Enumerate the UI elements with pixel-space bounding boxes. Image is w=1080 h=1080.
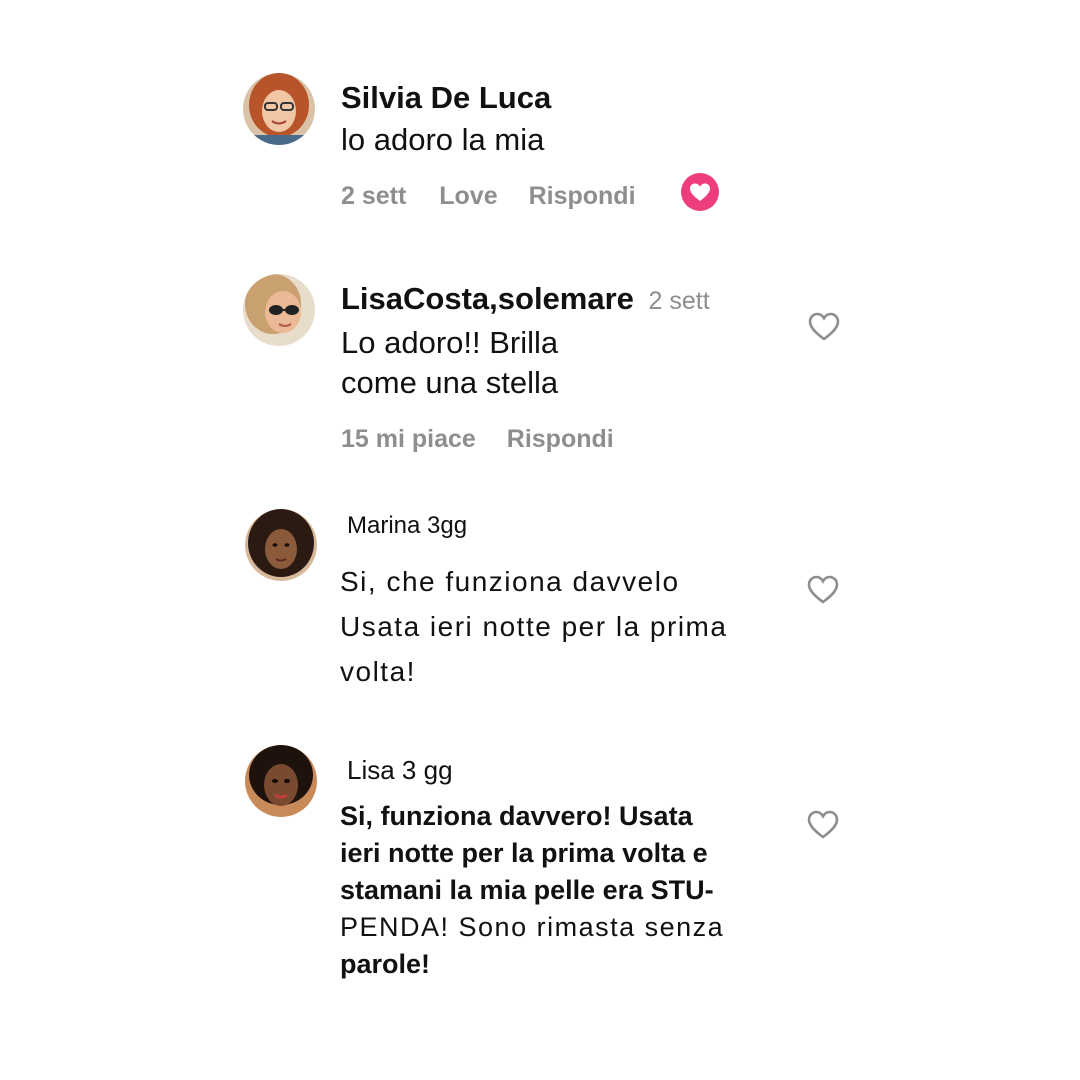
comment-line: come una stella bbox=[341, 365, 559, 400]
like-button[interactable] bbox=[805, 307, 843, 345]
comment-line: PENDA! Sono rimasta senza bbox=[340, 912, 725, 942]
like-button[interactable] bbox=[804, 570, 842, 608]
avatar-silvia[interactable] bbox=[243, 73, 315, 145]
comment-text: Lo adoro!! Brilla come una stella bbox=[341, 323, 558, 403]
likes-count[interactable]: 15 mi piace bbox=[341, 425, 476, 453]
reply-button[interactable]: Rispondi bbox=[507, 425, 614, 453]
comment-time: 2 sett bbox=[341, 182, 407, 210]
comment-line: stamani la mia pelle era STU- bbox=[340, 875, 714, 905]
comments-page: Silvia De Luca lo adoro la mia 2 sett Lo… bbox=[0, 0, 1080, 1080]
comment-meta: 15 mi piace Rispondi bbox=[341, 425, 614, 454]
comment-line: Lo adoro!! Brilla bbox=[341, 325, 559, 360]
comment-text: Si, funziona davvero! Usata ieri notte p… bbox=[340, 798, 724, 983]
woman-curly-hair-avatar bbox=[245, 509, 317, 581]
love-button[interactable]: Love bbox=[439, 182, 497, 210]
comment-line: ieri notte per la prima volta e bbox=[340, 838, 708, 868]
comment-author[interactable]: LisaCosta,solemare 2 sett bbox=[341, 281, 710, 317]
woman-sunglasses-avatar bbox=[243, 274, 315, 346]
comment-text: Si, che funziona davvelo Usata ieri nott… bbox=[340, 559, 727, 694]
author-name[interactable]: LisaCosta,solemare bbox=[341, 281, 634, 316]
like-button[interactable] bbox=[681, 173, 719, 211]
heart-outline-icon bbox=[807, 810, 839, 839]
woman-dark-hair-avatar bbox=[245, 745, 317, 817]
like-button[interactable] bbox=[804, 805, 842, 843]
heart-outline-icon bbox=[808, 312, 840, 341]
comment-line: Si, funziona davvero! Usata bbox=[340, 801, 693, 831]
comment-author[interactable]: Marina 3gg bbox=[347, 512, 467, 540]
comment-author[interactable]: Lisa 3 gg bbox=[347, 755, 453, 786]
reply-button[interactable]: Rispondi bbox=[529, 182, 636, 210]
avatar-lisa[interactable] bbox=[245, 745, 317, 817]
comment-meta: 2 sett Love Rispondi bbox=[341, 182, 636, 211]
comment-author[interactable]: Silvia De Luca bbox=[341, 80, 551, 116]
avatar-marina[interactable] bbox=[245, 509, 317, 581]
comment-time: 2 sett bbox=[648, 287, 710, 315]
comment-text: lo adoro la mia bbox=[341, 122, 545, 157]
woman-glasses-red-hair-avatar bbox=[243, 73, 315, 145]
heart-outline-icon bbox=[807, 575, 839, 604]
comment-line: Usata ieri notte per la prima bbox=[340, 611, 728, 642]
comment-line: volta! bbox=[340, 656, 416, 687]
comment-line: parole! bbox=[340, 949, 431, 979]
heart-filled-icon bbox=[681, 173, 719, 211]
comment-line: Si, che funziona davvelo bbox=[340, 566, 680, 597]
avatar-lisacosta[interactable] bbox=[243, 274, 315, 346]
